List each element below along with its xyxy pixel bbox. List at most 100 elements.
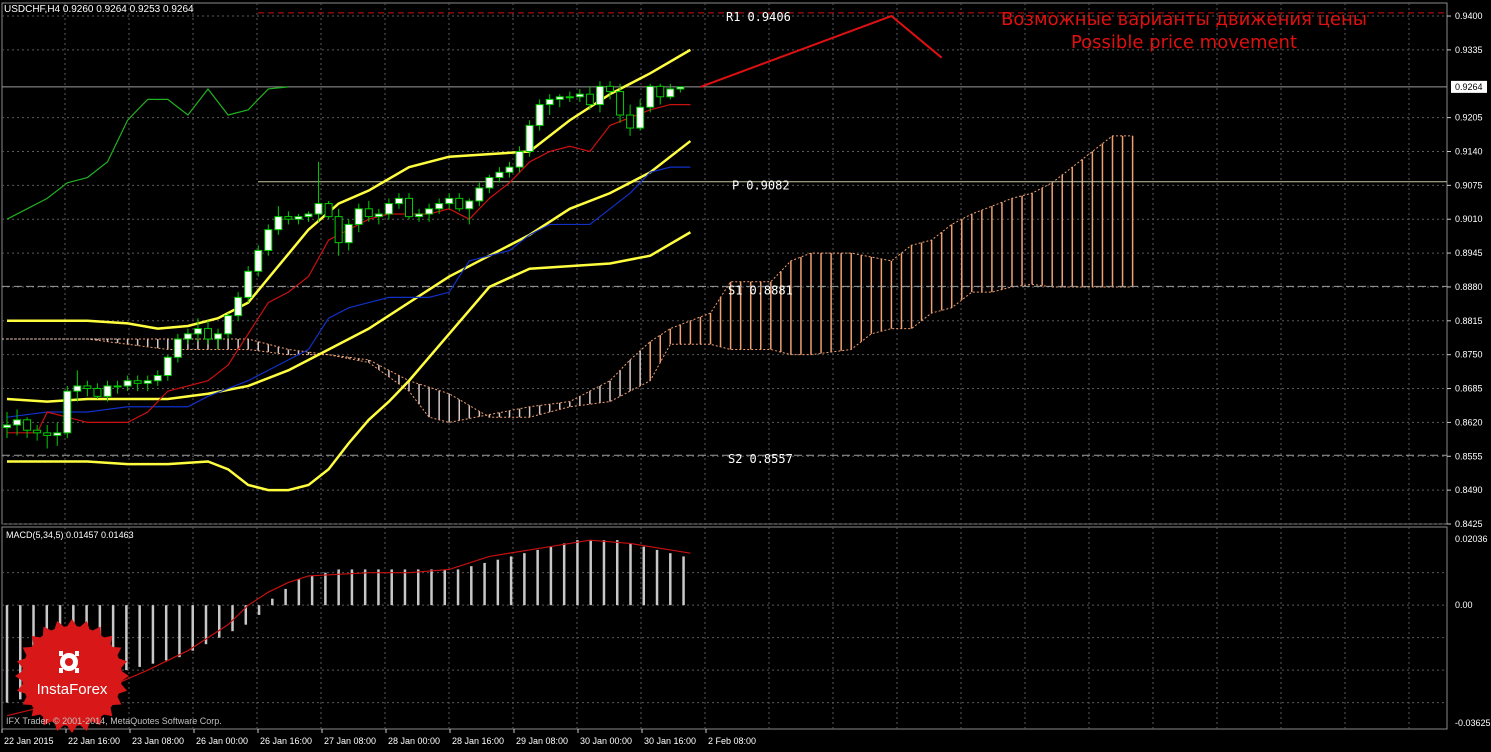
candle-body [133, 380, 142, 384]
candle-body [535, 104, 544, 126]
candle-body [143, 380, 152, 384]
time-tick-label: 29 Jan 08:00 [516, 736, 568, 746]
price-tick-label: 0.8555 [1455, 451, 1483, 461]
candle-body [224, 315, 233, 335]
price-tick-label: 0.8815 [1455, 316, 1483, 326]
copyright-text: IFX Trader, © 2001-2014, MetaQuotes Soft… [6, 716, 222, 726]
candle-body [616, 91, 625, 116]
candle-body [666, 88, 675, 98]
candle-body [63, 390, 72, 434]
price-tick-label: 0.8685 [1455, 384, 1483, 394]
logo-text: InstaForex [37, 681, 108, 698]
macd-label: MACD(5,34,5) 0.01457 0.01463 [6, 530, 134, 540]
candle-body [646, 85, 655, 108]
candle-body [555, 96, 564, 100]
price-tick-label: 0.9400 [1455, 11, 1483, 21]
macd-tick-label: -0.03625 [1455, 718, 1491, 728]
current-price-label: 0.9264 [1455, 82, 1483, 92]
candle-body [415, 213, 424, 218]
candle-body [214, 333, 223, 340]
price-tick-label: 0.8945 [1455, 248, 1483, 258]
level-label-p: P 0.9082 [732, 179, 790, 193]
candle-body [334, 216, 343, 244]
candle-body [525, 124, 534, 152]
candle-body [606, 85, 614, 93]
time-tick-label: 30 Jan 00:00 [580, 736, 632, 746]
candle-body [304, 213, 313, 218]
candle-body [53, 432, 62, 436]
candle-body [284, 216, 293, 220]
level-value: 0.8881 [749, 283, 792, 297]
logo-spike [119, 669, 129, 683]
symbol-timeframe: USDCHF,H4 [4, 4, 61, 15]
main-pane-border [1, 2, 1448, 525]
candle-body [173, 338, 182, 358]
chikou-span [6, 86, 289, 220]
candle-body [455, 197, 464, 210]
candle-body [314, 203, 323, 215]
candle-body [575, 93, 584, 98]
price-tick-label: 0.8880 [1455, 282, 1483, 292]
time-tick-label: 23 Jan 08:00 [132, 736, 184, 746]
candle-body [234, 296, 243, 317]
price-tick-label: 0.9140 [1455, 146, 1483, 156]
level-name: P [732, 179, 739, 193]
projection-line [700, 14, 943, 88]
bollinger-lower [7, 231, 692, 492]
candle-body [244, 270, 253, 298]
candle-body [294, 216, 303, 220]
candle-body [495, 171, 504, 179]
candle-body [384, 203, 393, 215]
time-tick-label: 22 Jan 16:00 [68, 736, 120, 746]
logo-spike [15, 669, 25, 683]
candle-body [43, 432, 52, 436]
candle-body [565, 96, 574, 99]
candle-body [183, 333, 192, 340]
cloud-top-edge [7, 136, 1133, 423]
candle-body [354, 208, 363, 225]
level-value: 0.9082 [746, 179, 789, 193]
logo-spike [65, 619, 79, 629]
level-label-s2: S2 0.8557 [728, 452, 793, 466]
time-tick-label: 28 Jan 16:00 [452, 736, 504, 746]
candle-body [204, 328, 212, 340]
candle-body [545, 98, 554, 106]
candle-body [595, 85, 604, 106]
candle-body [264, 229, 273, 251]
candle-body [324, 203, 333, 218]
level-name: R1 [726, 10, 740, 24]
candle-body [435, 203, 444, 210]
candle-body [475, 187, 484, 202]
time-tick-label: 27 Jan 08:00 [324, 736, 376, 746]
note-en: Possible price movement [1070, 32, 1298, 53]
price-tick-label: 0.9010 [1455, 214, 1483, 224]
time-tick-label: 2 Feb 08:00 [708, 736, 756, 746]
candle-body [626, 114, 635, 129]
price-tick-label: 0.9205 [1455, 113, 1483, 123]
candle-body [445, 197, 454, 205]
candle-body [73, 385, 82, 392]
trading-chart[interactable]: 0.9400 0.9335 0.9205 0.9140 0.9075 0.9010 0.89… [0, 0, 1491, 748]
kijun-sen [6, 166, 691, 418]
candle-body [23, 419, 32, 431]
tenkan-sen [7, 103, 691, 434]
level-name: S2 [728, 452, 742, 466]
candle-body [113, 385, 122, 388]
candle-body [676, 86, 685, 90]
candle-body [33, 429, 42, 434]
level-label-s1: S1 0.8881 [728, 283, 793, 297]
candle-body [374, 213, 383, 218]
senkou-a-line [7, 135, 1133, 423]
price-tick-label: 0.8750 [1455, 350, 1483, 360]
time-tick-label: 26 Jan 16:00 [260, 736, 312, 746]
candle-body [465, 200, 474, 210]
price-tick-label: 0.8425 [1455, 519, 1483, 529]
price-tick-label: 0.9075 [1455, 180, 1483, 190]
bollinger-middle [6, 140, 692, 403]
candle-body [83, 385, 92, 390]
level-value: 0.8557 [749, 452, 792, 466]
bull-icon [59, 651, 79, 673]
candle-body [163, 356, 172, 377]
chart-canvas[interactable]: 0.9400 0.9335 0.9205 0.9140 0.9075 0.9010 0.89… [0, 0, 1491, 748]
price-tick-label: 0.9335 [1455, 45, 1483, 55]
